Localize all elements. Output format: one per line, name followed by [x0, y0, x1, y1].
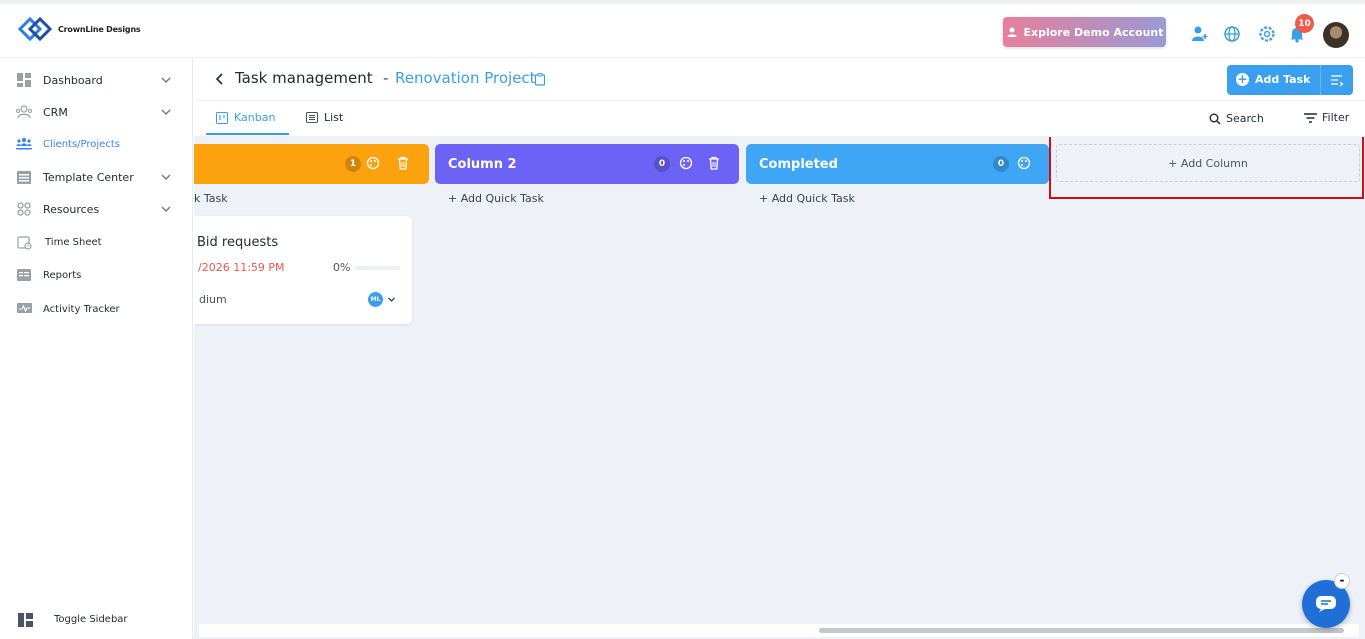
column-header-2[interactable]: Column 2 0 [435, 144, 739, 184]
highlight-annotation [1049, 137, 1364, 199]
resources-icon [16, 201, 32, 217]
toggle-sidebar-label: Toggle Sidebar [54, 614, 128, 625]
task-progress-label: 0% [333, 261, 351, 274]
task-progress-bar [355, 266, 400, 270]
notification-badge: 10 [1295, 14, 1314, 33]
filter-label: Filter [1322, 111, 1350, 124]
column-header-completed[interactable]: Completed 0 [746, 144, 1049, 184]
toggle-sidebar-button[interactable]: Toggle Sidebar [0, 606, 193, 634]
chat-icon [1316, 596, 1336, 612]
sidebar-item-time-sheet[interactable]: Time Sheet [0, 228, 193, 256]
palette-icon[interactable] [679, 156, 693, 170]
plus-circle-icon: + [1236, 72, 1249, 86]
sidebar-item-label: Template Center [43, 170, 134, 184]
search-icon [1209, 113, 1221, 125]
globe-icon[interactable] [1221, 23, 1243, 45]
column-title: Column 2 [448, 157, 517, 172]
settings-icon[interactable] [1256, 23, 1278, 45]
column-count-badge: 0 [654, 156, 670, 172]
sidebar-item-resources[interactable]: Resources [0, 195, 193, 223]
sidebar-item-label: Activity Tracker [43, 303, 120, 315]
sidebar-item-reports[interactable]: Reports [0, 261, 193, 289]
add-user-icon[interactable] [1189, 23, 1211, 45]
sidebar-item-label: Reports [43, 269, 82, 281]
kanban-icon [216, 111, 228, 124]
sidebar-item-label: Dashboard [43, 73, 103, 87]
column-count-badge: 1 [345, 156, 361, 172]
clients-icon [16, 136, 32, 152]
sidebar-item-label: Resources [43, 202, 100, 216]
sidebar-item-activity-tracker[interactable]: Activity Tracker [0, 295, 193, 323]
chevron-down-icon[interactable] [387, 295, 396, 304]
trash-icon[interactable] [396, 156, 410, 170]
brand-name: CrownLine Designs [58, 24, 141, 34]
chevron-down-icon[interactable] [160, 203, 172, 215]
search-button[interactable]: Search [1209, 112, 1264, 125]
sidebar-item-label: Time Sheet [45, 236, 102, 248]
sidebar-toggle-icon [18, 613, 33, 627]
explore-demo-button[interactable]: Explore Demo Account [1003, 17, 1166, 47]
trash-icon[interactable] [707, 156, 721, 170]
add-quick-task-button[interactable]: k Task [194, 192, 228, 205]
sidebar: Dashboard CRM Clients/Projects Template … [0, 58, 193, 639]
reports-icon [16, 267, 32, 283]
view-tabs: Kanban List Search Filter [194, 101, 1365, 137]
chevron-down-icon[interactable] [160, 106, 172, 118]
list-menu-icon[interactable] [1330, 73, 1344, 87]
sidebar-item-dashboard[interactable]: Dashboard [0, 66, 193, 94]
palette-icon[interactable] [366, 156, 380, 170]
sidebar-item-label: CRM [43, 105, 68, 119]
add-quick-task-button[interactable]: + Add Quick Task [448, 192, 544, 205]
dashboard-icon [16, 72, 32, 88]
chevron-down-icon[interactable] [160, 171, 172, 183]
explore-demo-label: Explore Demo Account [1023, 25, 1164, 39]
logo-icon [17, 16, 53, 42]
sidebar-item-clients-projects[interactable]: Clients/Projects [0, 130, 193, 158]
add-quick-task-button[interactable]: + Add Quick Task [759, 192, 855, 205]
page-title: Task management [235, 69, 373, 87]
timesheet-icon [16, 234, 32, 250]
divider [1320, 65, 1321, 95]
user-avatar[interactable] [1323, 22, 1349, 48]
kanban-board: 1 k Task Column 2 0 + Add Quick Task Com… [194, 137, 1365, 639]
clipboard-icon[interactable] [534, 73, 546, 86]
sidebar-item-label: Clients/Projects [43, 138, 120, 150]
palette-icon[interactable] [1017, 156, 1031, 170]
user-badge-icon [1007, 27, 1016, 37]
sidebar-item-crm[interactable]: CRM [0, 98, 193, 126]
search-label: Search [1226, 112, 1264, 125]
filter-icon [1304, 112, 1317, 123]
template-icon [16, 169, 32, 185]
add-task-label: Add Task [1255, 73, 1311, 86]
sidebar-item-template-center[interactable]: Template Center [0, 163, 193, 191]
list-icon [306, 112, 318, 123]
tab-kanban[interactable]: Kanban [216, 111, 275, 124]
tab-kanban-label: Kanban [234, 111, 276, 124]
tab-list-label: List [324, 111, 344, 124]
task-title: Bid requests [197, 235, 279, 250]
column-count-badge: 0 [993, 156, 1009, 172]
column-header-1[interactable]: 1 [194, 144, 429, 184]
chevron-down-icon[interactable] [160, 74, 172, 86]
minimize-chat-button[interactable]: - [1334, 573, 1350, 589]
title-separator: - [383, 69, 389, 87]
crm-icon [16, 104, 32, 120]
back-arrow-icon[interactable] [214, 72, 226, 86]
task-priority: dium [199, 293, 227, 306]
task-card[interactable]: Bid requests /2026 11:59 PM 0% dium ML [194, 216, 412, 324]
horizontal-scrollbar-thumb[interactable] [819, 628, 1344, 633]
activity-icon [16, 301, 32, 317]
task-due-date: /2026 11:59 PM [198, 261, 285, 274]
brand-logo[interactable]: CrownLine Designs [16, 13, 141, 45]
tab-list[interactable]: List [306, 111, 343, 124]
assignee-avatar[interactable]: ML [368, 292, 383, 307]
page-header: Task management - Renovation Project + A… [194, 58, 1365, 101]
active-tab-indicator [206, 133, 289, 135]
filter-button[interactable]: Filter [1304, 111, 1349, 124]
column-title: Completed [759, 157, 838, 172]
top-bar: CrownLine Designs Explore Demo Account 1… [0, 0, 1365, 58]
add-task-button[interactable]: + Add Task [1227, 65, 1353, 95]
project-name-link[interactable]: Renovation Project [395, 69, 536, 87]
